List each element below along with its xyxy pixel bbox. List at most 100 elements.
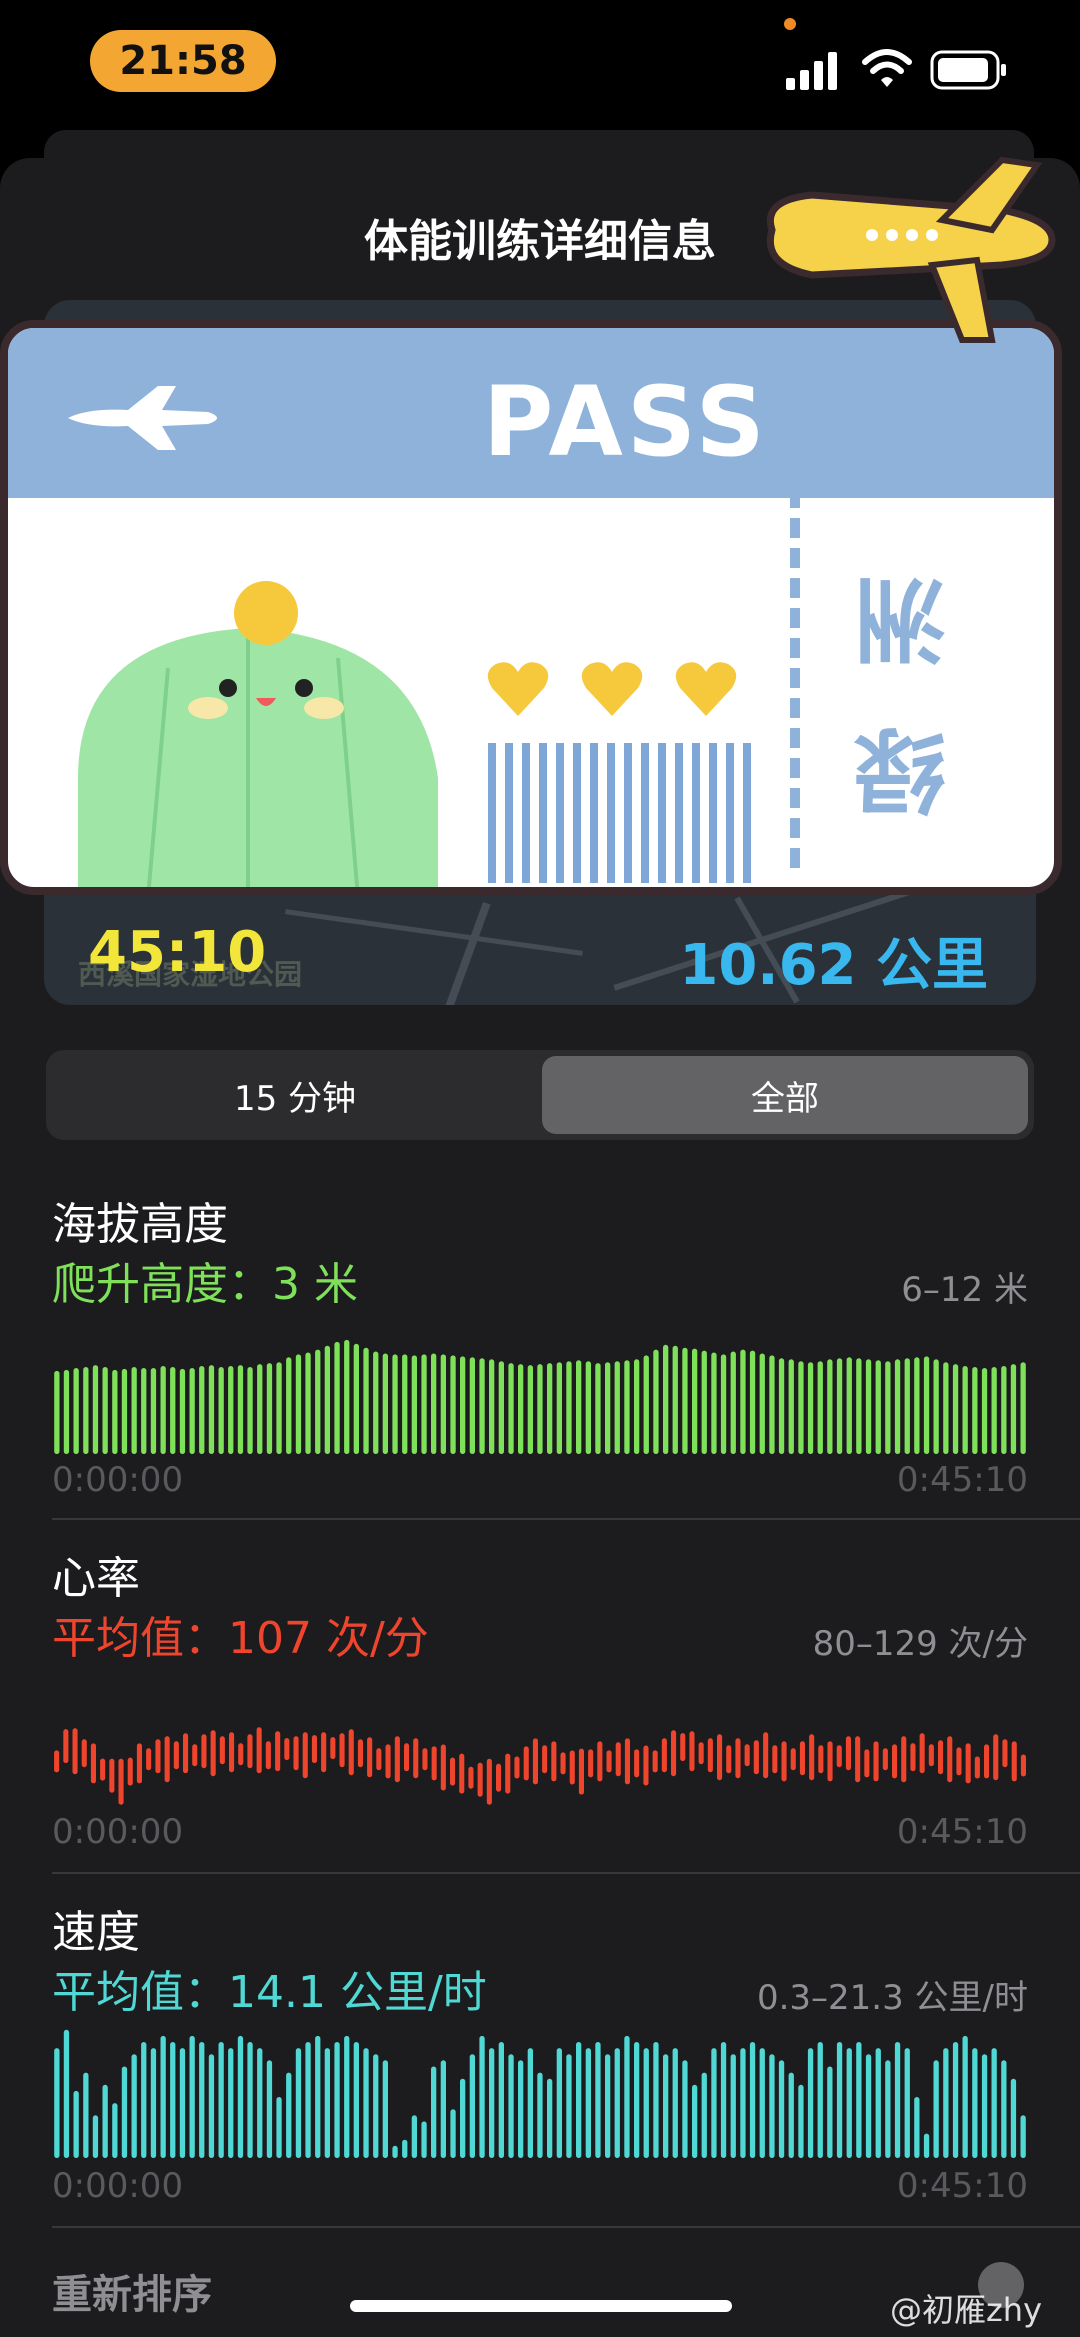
chart-bar [112,1369,118,1454]
chart-bar [711,1352,717,1454]
chart-bar [597,1741,603,1782]
chart-bar [275,1731,281,1772]
chart-bar [468,1766,474,1789]
chart-bar [421,2121,427,2158]
chart-bar [551,1741,557,1782]
chart-bar [720,1354,727,1454]
chart-bar [219,1736,225,1765]
chart-bar [974,1756,980,1779]
chart-bar [894,1359,901,1454]
home-indicator[interactable] [350,2300,732,2312]
chart-bar [634,1359,640,1454]
ticket-card: PASS 绿洲 [0,320,1062,895]
chart-bar [293,1736,299,1771]
chart-bar [450,1757,456,1786]
chart-bar [661,1738,667,1773]
chart-bar [892,1744,898,1779]
chart-bar [933,1359,939,1454]
chart-bar [63,1369,70,1454]
heart-rate-axis-end: 0:45:10 [896,1812,1028,1852]
heart-icon [581,662,643,716]
chart-bar [993,1734,999,1781]
workout-duration: 45:10 [88,920,267,985]
chart-bar [624,1360,630,1454]
chart-bar [537,2072,543,2158]
chart-bar [711,2048,717,2158]
chart-bar [321,1732,327,1773]
chart-bar [781,1741,787,1782]
chart-bar [324,1345,330,1454]
chart-bar [615,1742,621,1777]
chart-bar [469,1357,475,1454]
chart-bar [421,1354,427,1454]
chart-bar [237,1365,244,1454]
chart-bar [164,1736,170,1783]
chart-bar [199,1366,205,1454]
map-road [285,909,583,956]
chart-bar [769,2054,775,2158]
chart-bar [730,1351,736,1454]
chart-bar [450,1355,456,1454]
chart-bar [284,1738,290,1761]
chart-bar [981,1368,988,1454]
chart-bar [440,1744,446,1791]
chart-bar [749,1350,756,1454]
chart-bar [672,1345,678,1454]
chart-bar [238,1743,244,1766]
chart-bar [394,1736,400,1783]
chart-bar [489,1359,495,1454]
chart-bar [141,1368,147,1454]
map-road [445,901,491,1005]
chart-bar [486,1758,492,1805]
section-divider [52,1872,1080,1874]
chart-bar [556,1362,562,1454]
boarding-pass-sticker: PASS 绿洲 [0,156,1068,900]
cactus-character-icon [78,581,438,887]
chart-bar [498,1361,504,1454]
chart-bar [846,1357,852,1454]
chart-bar [763,1732,769,1779]
chart-bar [257,1364,263,1454]
chart-bar [726,1745,732,1774]
segment-all[interactable]: 全部 [542,1056,1028,1134]
chart-bar [653,1349,659,1454]
chart-bar [682,1347,688,1454]
chart-bar [179,1368,186,1454]
chart-bar [179,2048,186,2158]
chart-bar [63,1729,69,1764]
chart-bar [63,2029,70,2158]
chart-bar [276,2097,282,2158]
chart-bar [865,2054,872,2158]
chart-bar [508,2054,514,2158]
chart-bar [92,2115,99,2158]
reorder-button[interactable]: 重新排序 [52,2262,212,2320]
chart-bar [127,1757,133,1786]
chart-bar [402,2139,408,2158]
chart-bar [919,1733,925,1774]
chart-bar [382,1353,388,1454]
chart-bar [560,1752,566,1775]
chart-bar [952,1364,959,1454]
chart-bar [798,1361,804,1454]
chart-bar [885,2060,891,2158]
chart-bar [112,2103,118,2158]
chart-bar [201,1734,207,1769]
chart-bar [740,2048,746,2158]
chart-bar [460,1356,466,1454]
elevation-axis-start: 0:00:00 [52,1460,184,1500]
chart-bar [914,2097,920,2158]
chart-bar [923,1356,930,1454]
chart-bar [798,2084,804,2158]
chart-bar [875,2048,881,2158]
chart-bar [576,2042,582,2158]
chart-bar [947,1736,953,1783]
chart-bar [972,1367,978,1454]
segment-15-minutes[interactable]: 15 分钟 [52,1056,538,1134]
chart-bar [348,1729,354,1776]
chart-bar [845,1736,851,1771]
chart-bar [265,1741,271,1770]
chart-bar [136,1743,142,1784]
heart-icon [675,662,737,716]
chart-bar [1010,1364,1017,1454]
chart-bar [605,1362,611,1454]
